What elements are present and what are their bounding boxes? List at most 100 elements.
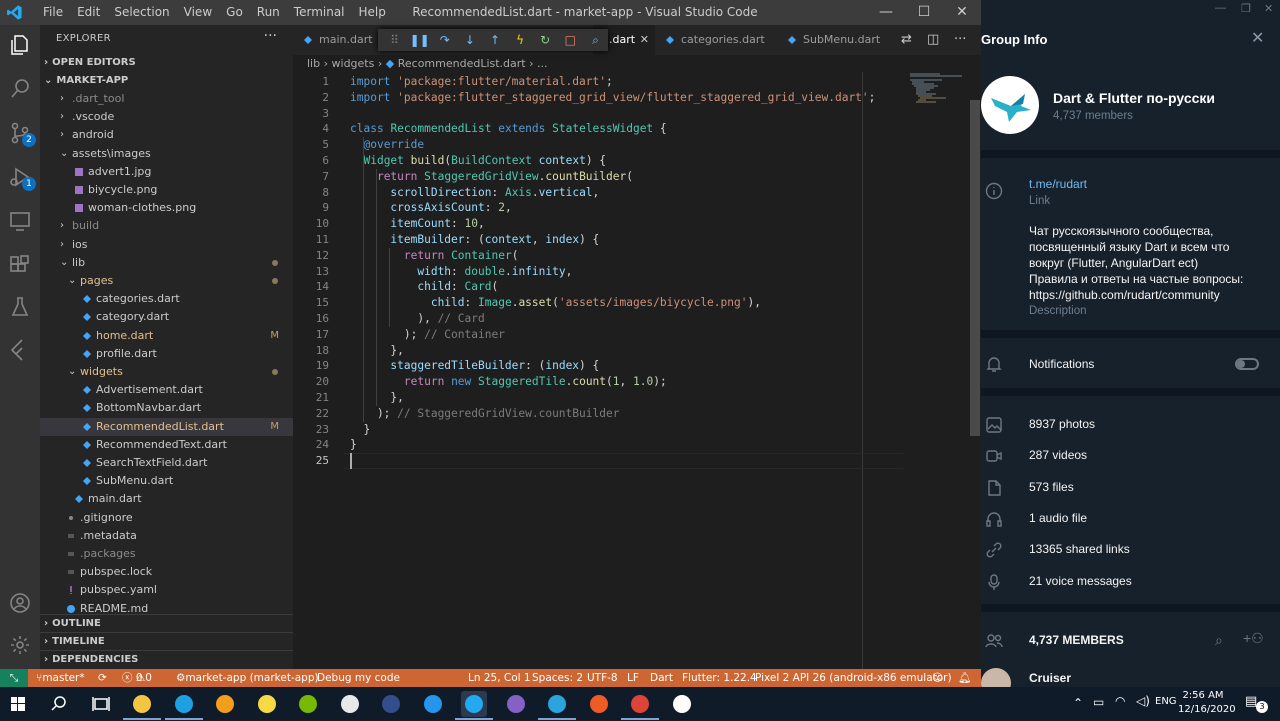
menu-terminal[interactable]: Terminal: [287, 0, 352, 25]
visual-studio-icon[interactable]: [503, 691, 529, 717]
shared-media-item[interactable]: 21 voice messages: [1029, 574, 1132, 588]
battery-icon[interactable]: ▭: [1093, 695, 1104, 709]
flutter-version-status[interactable]: Flutter: 1.22.4: [682, 669, 757, 687]
explorer-icon[interactable]: [8, 33, 32, 57]
slack-icon[interactable]: [337, 691, 363, 717]
tree-item[interactable]: ⌄ widgets: [40, 363, 293, 381]
run-debug-icon[interactable]: 1: [8, 165, 36, 191]
tree-item[interactable]: biycycle.png: [40, 181, 293, 199]
tab-main-dart[interactable]: main.dart: [293, 25, 379, 55]
code-line[interactable]: import 'package:flutter_staggered_grid_v…: [350, 90, 875, 106]
tree-item[interactable]: SubMenu.dart: [40, 472, 293, 490]
tree-item[interactable]: main.dart: [40, 490, 293, 508]
tree-item[interactable]: category.dart: [40, 308, 293, 326]
eol-status[interactable]: LF: [627, 669, 639, 687]
postman-icon[interactable]: [586, 691, 612, 717]
start-button[interactable]: [5, 691, 31, 717]
tree-item[interactable]: Advertisement.dart: [40, 381, 293, 399]
step-into-icon[interactable]: ↓: [457, 33, 482, 47]
close-tab-icon[interactable]: ✕: [640, 25, 649, 55]
timeline-section[interactable]: › TIMELINE: [40, 632, 293, 650]
stop-icon[interactable]: □: [558, 33, 583, 47]
outline-section[interactable]: › OUTLINE: [40, 614, 293, 632]
breadcrumb-item[interactable]: lib: [307, 57, 320, 70]
tree-item[interactable]: pubspec.yaml: [40, 581, 293, 599]
tree-item[interactable]: .gitignore: [40, 509, 293, 527]
project-section[interactable]: ⌄ MARKET-APP: [40, 72, 293, 90]
tree-item[interactable]: RecommendedList.dart M: [40, 417, 293, 436]
tree-item[interactable]: categories.dart: [40, 290, 293, 308]
sync-icon[interactable]: ⟳: [98, 669, 107, 687]
code-line[interactable]: itemCount: 10,: [350, 216, 484, 232]
device-status[interactable]: Pixel 2 API 26 (android-x86 emulator): [755, 669, 952, 687]
menu-go[interactable]: Go: [219, 0, 250, 25]
member-name[interactable]: Cruiser: [1029, 671, 1071, 685]
volume-icon[interactable]: ◁): [1136, 694, 1150, 708]
devtools-icon[interactable]: [378, 691, 404, 717]
maximize-icon[interactable]: ❐: [1241, 2, 1251, 15]
encoding-status[interactable]: UTF-8: [587, 669, 618, 687]
tree-item[interactable]: RecommendedText.dart: [40, 436, 293, 454]
branch-status[interactable]: ⑂ master*: [36, 669, 85, 687]
sticky-notes-icon[interactable]: [254, 691, 280, 717]
code-line[interactable]: width: double.infinity,: [350, 264, 572, 280]
problems-status[interactable]: ⓧ 0 ⚠ 0: [122, 669, 152, 687]
testing-flask-icon[interactable]: [8, 295, 32, 319]
tree-item[interactable]: home.dart M: [40, 327, 293, 345]
breadcrumb-item[interactable]: widgets: [332, 57, 375, 70]
source-control-icon[interactable]: 2: [8, 121, 36, 147]
wifi-icon[interactable]: ◠: [1115, 694, 1125, 708]
code-line[interactable]: import 'package:flutter/material.dart';: [350, 74, 613, 90]
search-icon[interactable]: [8, 77, 32, 101]
hot-reload-icon[interactable]: ϟ: [508, 33, 533, 47]
debug-status[interactable]: Debug my code: [317, 669, 400, 687]
shared-media-item[interactable]: 13365 shared links: [1029, 542, 1130, 556]
minimize-icon[interactable]: —: [1215, 2, 1226, 14]
clock[interactable]: 2:56 AM 12/16/2020: [1178, 689, 1236, 717]
code-editor[interactable]: 1 import 'package:flutter/material.dart';…: [293, 72, 981, 669]
code-line[interactable]: ), // Card: [350, 311, 484, 327]
code-line[interactable]: }: [350, 422, 370, 438]
add-member-icon[interactable]: +⚇: [1243, 630, 1264, 647]
docker-icon[interactable]: [420, 691, 446, 717]
notifications-bell-icon[interactable]: 🔔︎: [958, 669, 971, 687]
task-view-icon[interactable]: [88, 691, 114, 717]
notifications-toggle[interactable]: [1235, 358, 1259, 370]
tree-item[interactable]: › ios: [40, 236, 293, 254]
tree-item[interactable]: .metadata: [40, 527, 293, 545]
code-line[interactable]: return StaggeredGridView.countBuilder(: [350, 169, 633, 185]
group-link[interactable]: t.me/rudart: [1029, 177, 1087, 191]
menu-run[interactable]: Run: [250, 0, 287, 25]
code-line[interactable]: return new StaggeredTile.count(1, 1.0);: [350, 374, 667, 390]
tree-item[interactable]: › .dart_tool: [40, 90, 293, 108]
shared-media-item[interactable]: 8937 photos: [1029, 417, 1095, 431]
close-panel-icon[interactable]: ✕: [1251, 28, 1264, 48]
code-line[interactable]: child: Card(: [350, 279, 498, 295]
tab-categories-dart[interactable]: categories.dart: [655, 25, 775, 55]
drag-handle-icon[interactable]: ⠿: [382, 33, 407, 47]
menu-file[interactable]: File: [36, 0, 70, 25]
tree-item[interactable]: ⌄ pages: [40, 272, 293, 290]
telegram-icon[interactable]: [544, 691, 570, 717]
inspect-icon[interactable]: ⌕: [583, 33, 608, 48]
code-line[interactable]: class RecommendedList extends StatelessW…: [350, 121, 667, 137]
minimap[interactable]: [906, 72, 966, 112]
account-icon[interactable]: [8, 591, 32, 615]
code-line[interactable]: itemBuilder: (context, index) {: [350, 232, 599, 248]
explorer-more-button[interactable]: ···: [264, 28, 277, 44]
tree-item[interactable]: pubspec.lock: [40, 563, 293, 581]
feedback-icon[interactable]: ☺: [932, 669, 943, 687]
remote-explorer-icon[interactable]: [8, 209, 32, 233]
cursor-position[interactable]: Ln 25, Col 1: [468, 669, 531, 687]
language-indicator[interactable]: ENG: [1155, 696, 1177, 707]
chrome-icon[interactable]: [627, 691, 653, 717]
tree-item[interactable]: › build: [40, 217, 293, 235]
step-out-icon[interactable]: ↑: [482, 33, 507, 47]
flutter-icon[interactable]: [8, 337, 32, 361]
tree-item[interactable]: .packages: [40, 545, 293, 563]
code-line[interactable]: staggeredTileBuilder: (index) {: [350, 358, 599, 374]
tray-chevron-icon[interactable]: ⌃: [1073, 696, 1083, 710]
tree-item[interactable]: ⌄ assets\images: [40, 145, 293, 163]
settings-gear-icon[interactable]: [8, 633, 32, 657]
code-line[interactable]: crossAxisCount: 2,: [350, 200, 511, 216]
